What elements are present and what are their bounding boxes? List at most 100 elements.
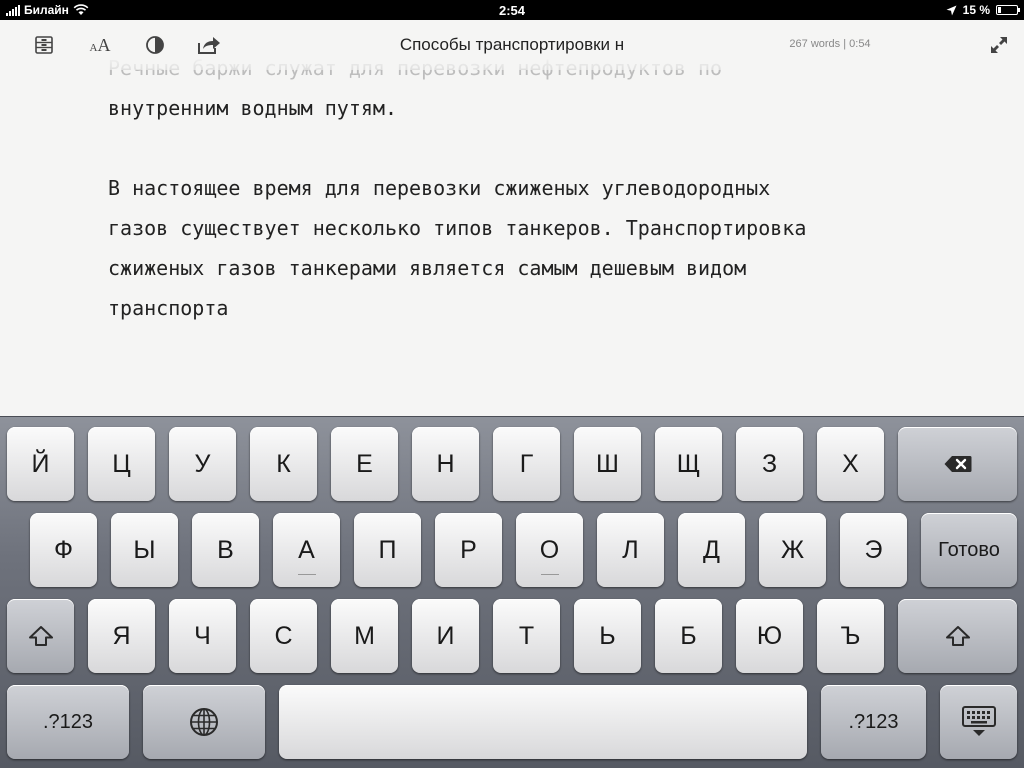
- word-count: 267 words | 0:54: [789, 38, 871, 50]
- status-right: 15 %: [946, 3, 1020, 17]
- key-label: Ч: [194, 621, 211, 650]
- font-size-small-a: A: [89, 41, 98, 54]
- numbers-button-left[interactable]: .?123: [7, 685, 129, 759]
- numbers-label: .?123: [848, 710, 899, 733]
- key-label: Ъ: [840, 621, 861, 650]
- hide-keyboard-icon: [961, 706, 996, 736]
- globe-icon: [190, 708, 218, 736]
- backspace-icon: [944, 456, 971, 472]
- document-body[interactable]: Речные баржи служат для перевозки нефтеп…: [108, 48, 928, 328]
- editor[interactable]: AA AA Способы транспортировки н 267 word…: [0, 20, 1024, 416]
- key-letter[interactable]: Х: [817, 427, 884, 501]
- key-letter[interactable]: Н: [412, 427, 479, 501]
- key-letter[interactable]: Т: [493, 599, 560, 673]
- contrast-icon[interactable]: [143, 34, 167, 56]
- key-letter[interactable]: А: [273, 513, 340, 587]
- share-icon[interactable]: [197, 34, 221, 56]
- key-label: Л: [622, 535, 639, 564]
- status-bar: Билайн 2:54 15 %: [0, 0, 1024, 20]
- key-letter[interactable]: Ъ: [817, 599, 884, 673]
- key-letter[interactable]: Ю: [736, 599, 803, 673]
- key-letter[interactable]: З: [736, 427, 803, 501]
- key-label: Ы: [133, 535, 156, 564]
- key-letter[interactable]: Ы: [111, 513, 178, 587]
- key-letter[interactable]: М: [331, 599, 398, 673]
- key-label: Х: [842, 449, 859, 478]
- key-letter[interactable]: Б: [655, 599, 722, 673]
- shift-icon: [945, 626, 970, 646]
- key-letter[interactable]: Ж: [759, 513, 826, 587]
- key-label: Ф: [53, 535, 73, 564]
- key-label: У: [194, 449, 211, 478]
- key-label: Д: [703, 535, 720, 564]
- key-label: Б: [680, 621, 697, 650]
- location-icon: [946, 5, 957, 15]
- key-label: З: [761, 449, 778, 478]
- key-label: Щ: [676, 449, 701, 478]
- key-letter[interactable]: У: [169, 427, 236, 501]
- done-button[interactable]: Готово: [921, 513, 1017, 587]
- key-label: И: [436, 621, 455, 650]
- key-letter[interactable]: Ч: [169, 599, 236, 673]
- numbers-button-right[interactable]: .?123: [821, 685, 926, 759]
- keyboard: Й Ц У К Е Н Г Ш Щ З Х Ф Ы В А П Р О Л Д …: [0, 416, 1024, 768]
- key-label: Ь: [599, 621, 616, 650]
- key-letter[interactable]: Р: [435, 513, 502, 587]
- globe-button[interactable]: [143, 685, 265, 759]
- key-label: Е: [356, 449, 373, 478]
- key-label: Г: [519, 449, 534, 478]
- key-label: С: [274, 621, 293, 650]
- key-letter[interactable]: Е: [331, 427, 398, 501]
- key-label: П: [378, 535, 397, 564]
- key-label: Ш: [596, 449, 619, 478]
- space-bar[interactable]: [279, 685, 807, 759]
- home-row-mark: [297, 574, 316, 575]
- battery-level: [998, 7, 1001, 13]
- key-letter[interactable]: П: [354, 513, 421, 587]
- key-letter[interactable]: Ф: [30, 513, 97, 587]
- paragraph-line: внутренним водным путям.: [108, 96, 397, 120]
- paragraph-line: газов существует несколько типов танкеро…: [108, 216, 807, 240]
- toolbar: AA AA Способы транспортировки н 267 word…: [0, 20, 1024, 70]
- key-label: Т: [518, 621, 535, 650]
- key-label: О: [539, 535, 560, 564]
- paragraph-line: транспорта: [108, 296, 229, 320]
- font-size-icon[interactable]: AA AA: [86, 34, 114, 56]
- key-letter[interactable]: Й: [7, 427, 74, 501]
- key-letter[interactable]: Э: [840, 513, 907, 587]
- key-letter[interactable]: Ь: [574, 599, 641, 673]
- key-letter[interactable]: Д: [678, 513, 745, 587]
- key-label: М: [354, 621, 375, 650]
- shift-button-right[interactable]: [898, 599, 1017, 673]
- key-label: Ц: [112, 449, 131, 478]
- status-time: 2:54: [498, 3, 526, 18]
- backspace-button[interactable]: [898, 427, 1017, 501]
- key-label: Р: [460, 535, 477, 564]
- key-letter[interactable]: Ц: [88, 427, 155, 501]
- key-letter[interactable]: Г: [493, 427, 560, 501]
- key-letter[interactable]: С: [250, 599, 317, 673]
- home-row-mark: [540, 574, 559, 575]
- hide-keyboard-button[interactable]: [940, 685, 1017, 759]
- done-label: Готово: [938, 538, 1000, 561]
- key-letter[interactable]: Ш: [574, 427, 641, 501]
- key-letter[interactable]: О: [516, 513, 583, 587]
- key-letter[interactable]: Щ: [655, 427, 722, 501]
- shift-button-left[interactable]: [7, 599, 74, 673]
- key-label: Ю: [756, 621, 783, 650]
- battery-percent: 15 %: [962, 3, 990, 17]
- key-letter[interactable]: И: [412, 599, 479, 673]
- key-label: К: [276, 449, 291, 478]
- key-letter[interactable]: К: [250, 427, 317, 501]
- fullscreen-icon[interactable]: [987, 34, 1011, 56]
- font-size-large-a: A: [97, 34, 111, 55]
- key-letter[interactable]: Л: [597, 513, 664, 587]
- key-label: Я: [112, 621, 131, 650]
- key-letter[interactable]: Я: [88, 599, 155, 673]
- library-icon[interactable]: [32, 34, 56, 56]
- key-label: Н: [436, 449, 455, 478]
- key-label: В: [217, 535, 234, 564]
- key-letter[interactable]: В: [192, 513, 259, 587]
- paragraph-line: сжиженых газов танкерами является самым …: [108, 256, 747, 280]
